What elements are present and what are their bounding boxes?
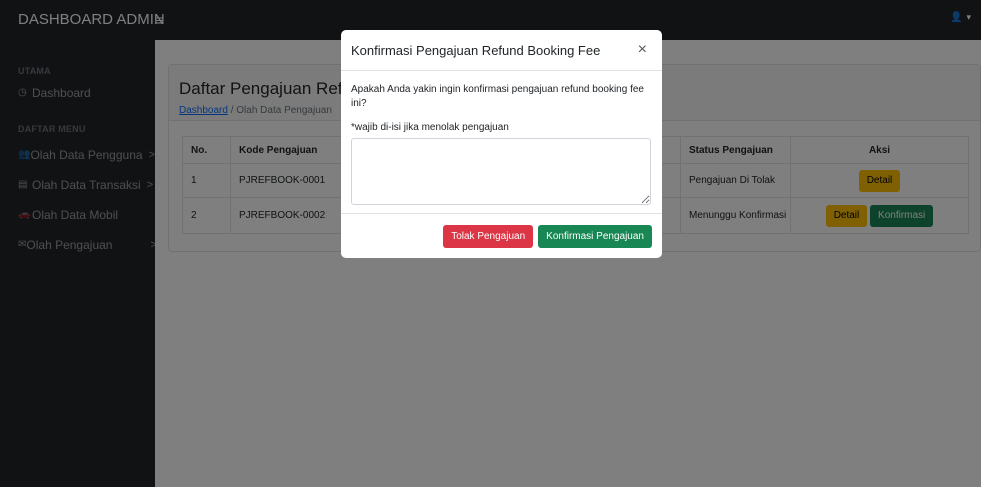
modal-header: Konfirmasi Pengajuan Refund Booking Fee … — [341, 30, 662, 71]
reason-textarea[interactable] — [351, 138, 651, 205]
modal-footer: Tolak Pengajuan Konfirmasi Pengajuan — [341, 213, 662, 258]
reject-button[interactable]: Tolak Pengajuan — [443, 224, 534, 248]
modal-title: Konfirmasi Pengajuan Refund Booking Fee — [351, 42, 601, 58]
confirm-question: Apakah Anda yakin ingin konfirmasi penga… — [351, 84, 644, 109]
close-icon[interactable]: × — [638, 42, 647, 58]
confirm-refund-modal: Konfirmasi Pengajuan Refund Booking Fee … — [341, 30, 662, 258]
reason-note: *wajib di-isi jika menolak pengajuan — [351, 122, 509, 133]
confirm-button[interactable]: Konfirmasi Pengajuan — [538, 224, 652, 248]
modal-body: Apakah Anda yakin ingin konfirmasi penga… — [341, 71, 662, 205]
